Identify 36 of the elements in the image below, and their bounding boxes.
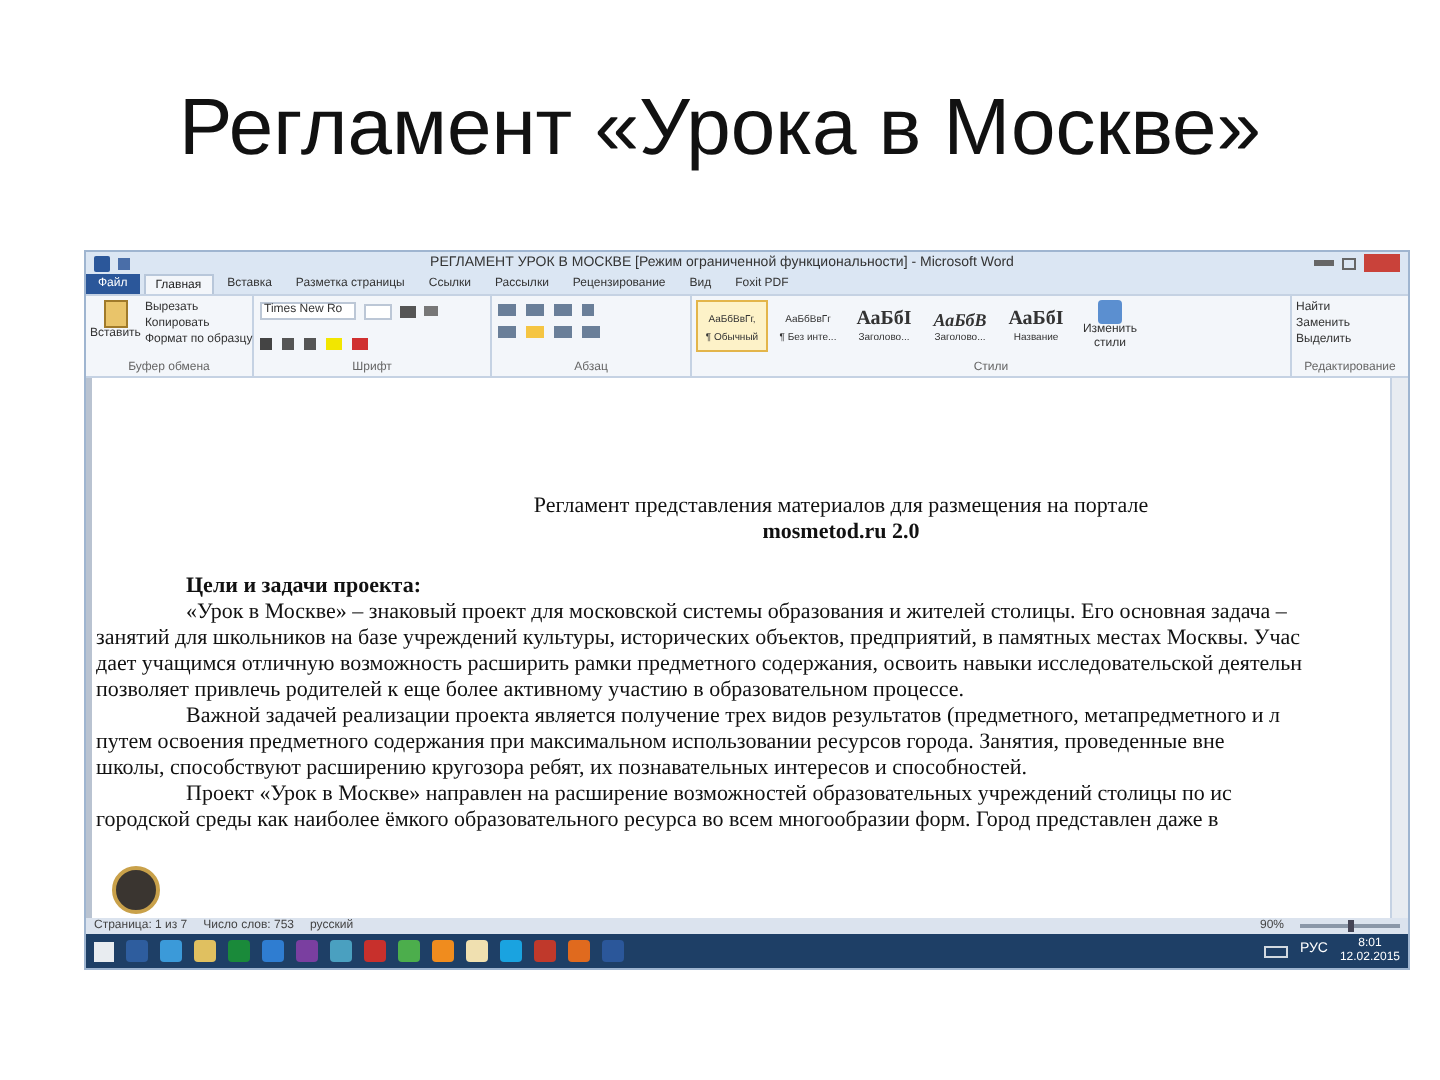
taskbar-app-icon[interactable] [432, 940, 454, 962]
paragraph-line: Важной задачей реализации проекта является получение трех видов результатов (предметного, метапредметного и л [184, 704, 1283, 730]
paragraph-line: школы, способствуют расширению кругозора ребят, их познавательных интересов и способностей. [96, 756, 1029, 782]
taskbar-app-icon[interactable] [194, 940, 216, 962]
style-sample: АаБбI [1008, 307, 1064, 331]
start-icon[interactable] [94, 941, 114, 961]
section-heading: Цели и задачи проекта: [184, 574, 423, 600]
taskbar-app-icon[interactable] [398, 940, 420, 962]
taskbar-app-icon[interactable] [330, 940, 352, 962]
maximize-button[interactable] [1342, 257, 1356, 269]
taskbar-app-icon[interactable] [568, 940, 590, 962]
vertical-scrollbar[interactable] [1390, 378, 1408, 918]
taskbar-app-icon[interactable] [364, 940, 386, 962]
taskbar-app-icon[interactable] [466, 940, 488, 962]
slide-title: Регламент «Урока в Москве» [179, 82, 1261, 176]
paragraph-line: дает учащимся отличную возможность расширить рамки предметного содержания, освоить навыки исследовательской деятельн [96, 652, 1305, 678]
paragraph-line: путем освоения предметного содержания при максимальном использовании ресурсов города. Занятия, проведенные вне [96, 730, 1227, 756]
zoom-slider-thumb[interactable] [1347, 920, 1353, 932]
taskbar-app-icon[interactable] [262, 940, 284, 962]
document-subheading: mosmetod.ru 2.0 [760, 520, 922, 546]
taskbar-app-icon[interactable] [534, 940, 556, 962]
taskbar-app-icon[interactable] [228, 940, 250, 962]
paragraph-line: Проект «Урок в Москве» направлен на расширение возможностей образовательных учреждений столицы по ис [184, 782, 1234, 808]
paragraph-line: городской среды как наиболее ёмкого образовательного ресурса во всем многообразии форм. Город представлен даже в [96, 808, 1221, 834]
taskbar-app-icon[interactable] [160, 940, 182, 962]
taskbar-app-icon[interactable] [500, 940, 522, 962]
paragraph-line: позволяет привлечь родителей к еще более активному участию в образовательном процессе. [96, 678, 967, 704]
paragraph-line: «Урок в Москве» – знаковый проект для московской системы образования и жителей столицы. Его основная задача – [184, 600, 1289, 626]
document-heading: Регламент представления материалов для размещения на портале [531, 494, 1151, 520]
style-sample: АаБбВ [933, 307, 987, 331]
font-size-field[interactable] [364, 303, 392, 319]
minimize-button[interactable] [1314, 260, 1334, 266]
word-logo-icon [94, 255, 110, 271]
paragraph-line: занятий для школьников на базе учреждений культуры, исторических объектов, предприятий, в памятных местах Москвы. Учас [96, 626, 1303, 652]
logo-icon [112, 866, 160, 914]
style-sample: АаБбI [856, 307, 912, 331]
